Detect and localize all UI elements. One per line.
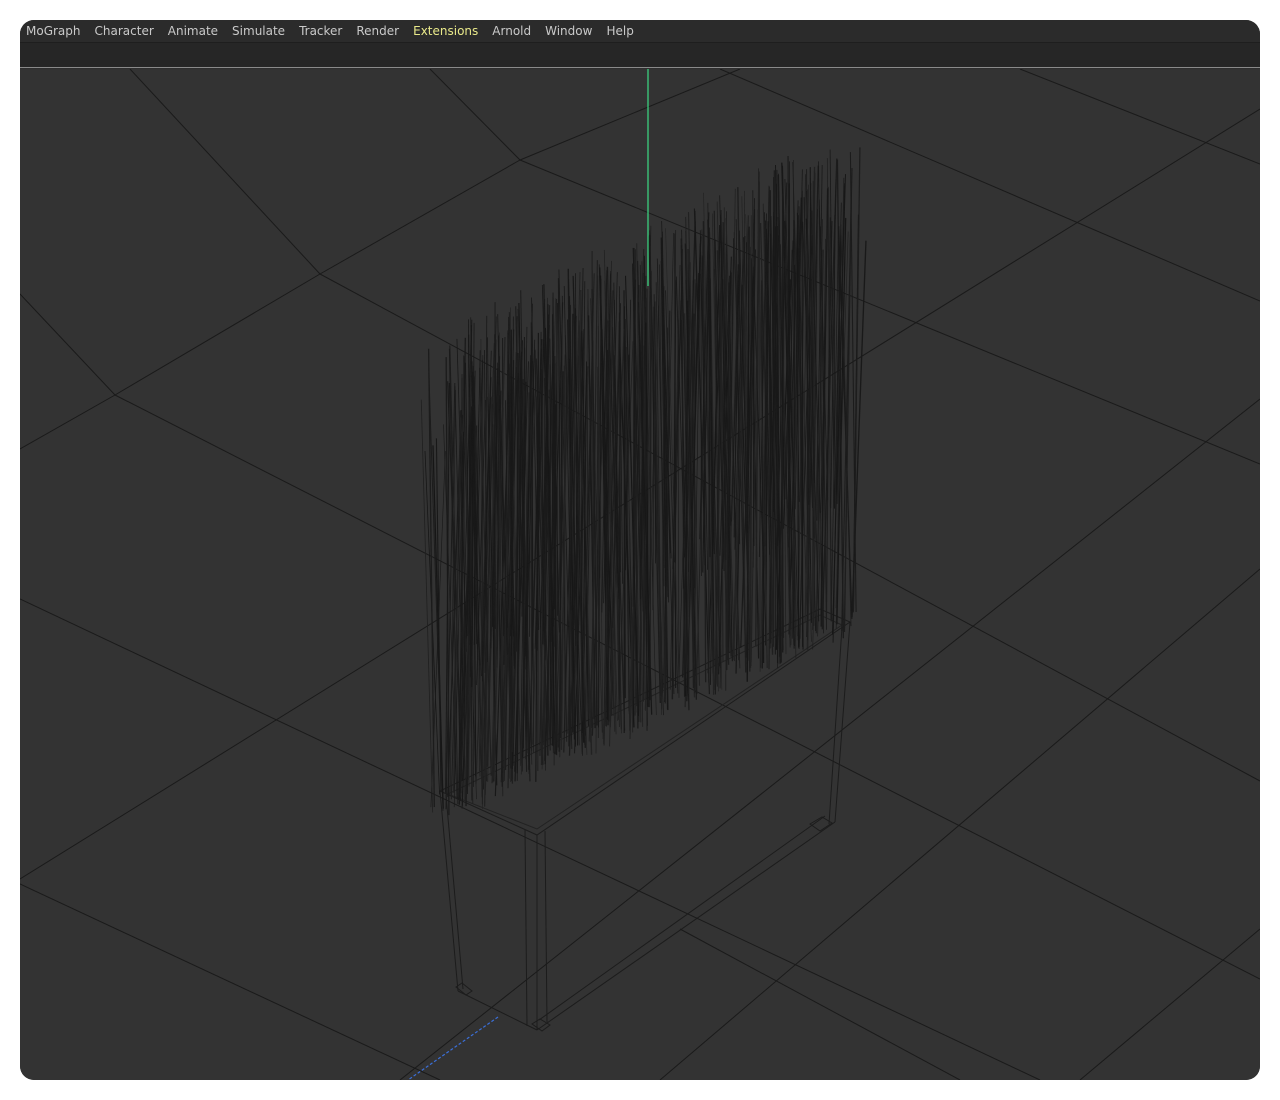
- 3d-viewport[interactable]: [20, 69, 1260, 1080]
- menu-bar: MoGraph Character Animate Simulate Track…: [20, 20, 1260, 42]
- z-axis-icon: [407, 1016, 499, 1080]
- menu-animate[interactable]: Animate: [168, 24, 218, 38]
- menu-extensions[interactable]: Extensions: [413, 24, 478, 38]
- menu-simulate[interactable]: Simulate: [232, 24, 285, 38]
- viewport-canvas[interactable]: [20, 69, 1260, 1080]
- viewport-toolbar: [20, 42, 1260, 68]
- menu-character[interactable]: Character: [95, 24, 154, 38]
- menu-mograph[interactable]: MoGraph: [26, 24, 81, 38]
- menu-tracker[interactable]: Tracker: [299, 24, 342, 38]
- menu-arnold[interactable]: Arnold: [492, 24, 531, 38]
- app-window: MoGraph Character Animate Simulate Track…: [20, 20, 1260, 1080]
- menu-window[interactable]: Window: [545, 24, 592, 38]
- menu-render[interactable]: Render: [356, 24, 399, 38]
- menu-help[interactable]: Help: [606, 24, 633, 38]
- grass-wireframe[interactable]: [420, 147, 867, 816]
